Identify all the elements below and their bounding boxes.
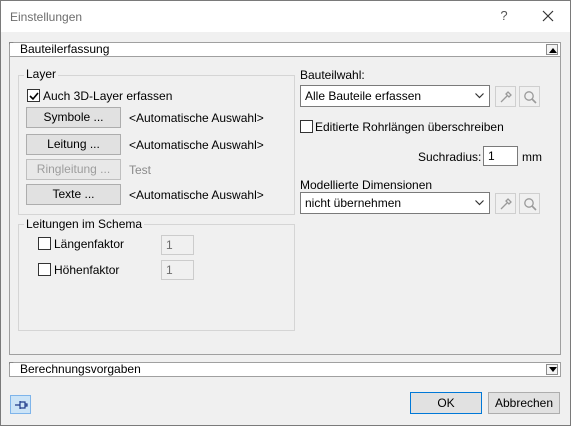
laengenfaktor-label[interactable]: Längenfaktor: [54, 237, 124, 251]
eyedropper-icon: [500, 91, 512, 103]
rohrlaengen-label[interactable]: Editierte Rohrlängen überschreiben: [315, 120, 504, 134]
collapse-button[interactable]: [546, 44, 558, 55]
texte-button[interactable]: Texte ...: [26, 184, 121, 205]
section-header-bauteilerfassung[interactable]: ⌐ Bauteilerfassung: [9, 38, 561, 57]
dimensionen-select[interactable]: nicht übernehmen: [300, 192, 490, 214]
include-3d-layer-label[interactable]: Auch 3D-Layer erfassen: [43, 89, 172, 103]
laengenfaktor-checkbox[interactable]: [38, 237, 51, 250]
chevron-down-icon: [475, 93, 484, 99]
symbole-button[interactable]: Symbole ...: [26, 107, 121, 128]
suchradius-label: Suchradius:: [418, 150, 482, 164]
suchradius-input[interactable]: 1: [483, 146, 518, 166]
section-header-berechnungsvorgaben[interactable]: ⌐ Berechnungsvorgaben: [9, 358, 561, 377]
section-title: Bauteilerfassung: [20, 42, 110, 56]
layer-group-legend: Layer: [24, 67, 59, 81]
close-button[interactable]: [533, 3, 563, 29]
bauteilwahl-pick-button[interactable]: [495, 86, 516, 107]
bauteilwahl-select[interactable]: Alle Bauteile erfassen: [300, 85, 490, 107]
bauteilwahl-search-button[interactable]: [519, 86, 540, 107]
corner-mark: ⌐: [9, 358, 14, 367]
section-title: Berechnungsvorgaben: [20, 362, 141, 376]
chevron-down-icon: [475, 200, 484, 206]
pin-button[interactable]: [10, 395, 31, 414]
leitung-button[interactable]: Leitung ...: [26, 134, 121, 155]
dimensionen-search-button[interactable]: [519, 193, 540, 214]
help-button[interactable]: ?: [489, 3, 519, 29]
triangle-down-icon: [549, 367, 557, 372]
window-title: Einstellungen: [10, 10, 83, 24]
magnifier-icon: [524, 198, 537, 211]
texte-value: <Automatische Auswahl>: [129, 188, 264, 202]
dimensionen-label: Modellierte Dimensionen: [300, 178, 433, 192]
ringleitung-button[interactable]: Ringleitung ...: [26, 159, 121, 180]
symbole-value: <Automatische Auswahl>: [129, 111, 264, 125]
title-bar: Einstellungen ?: [1, 1, 570, 32]
dimensionen-value: nicht übernehmen: [305, 196, 402, 210]
ok-button[interactable]: OK: [410, 392, 482, 414]
ringleitung-value: Test: [129, 163, 152, 177]
hoehenfaktor-checkbox[interactable]: [38, 263, 51, 276]
leitung-value: <Automatische Auswahl>: [129, 138, 264, 152]
hoehenfaktor-label[interactable]: Höhenfaktor: [54, 263, 119, 277]
checkmark-icon: [29, 92, 39, 101]
corner-mark: ⌐: [9, 38, 14, 47]
expand-button[interactable]: [546, 364, 558, 375]
bauteilwahl-label: Bauteilwahl:: [300, 68, 365, 82]
triangle-up-icon: [549, 48, 557, 53]
laengenfaktor-input[interactable]: 1: [161, 235, 194, 255]
pin-icon: [15, 401, 28, 409]
dimensionen-pick-button[interactable]: [495, 193, 516, 214]
settings-dialog: Einstellungen ? ⌐ Bauteilerfassung Layer…: [0, 0, 571, 426]
cancel-button[interactable]: Abbrechen: [488, 392, 560, 414]
schema-group-legend: Leitungen im Schema: [24, 217, 145, 231]
close-icon: [542, 10, 554, 22]
magnifier-icon: [524, 91, 537, 104]
rohrlaengen-checkbox[interactable]: [300, 120, 313, 133]
suchradius-unit: mm: [522, 150, 542, 164]
bauteilerfassung-panel: Layer Auch 3D-Layer erfassen Symbole ...…: [9, 57, 561, 355]
hoehenfaktor-input[interactable]: 1: [161, 260, 194, 280]
eyedropper-icon: [500, 198, 512, 210]
bauteilwahl-value: Alle Bauteile erfassen: [305, 89, 422, 103]
include-3d-layer-checkbox[interactable]: [27, 89, 40, 102]
